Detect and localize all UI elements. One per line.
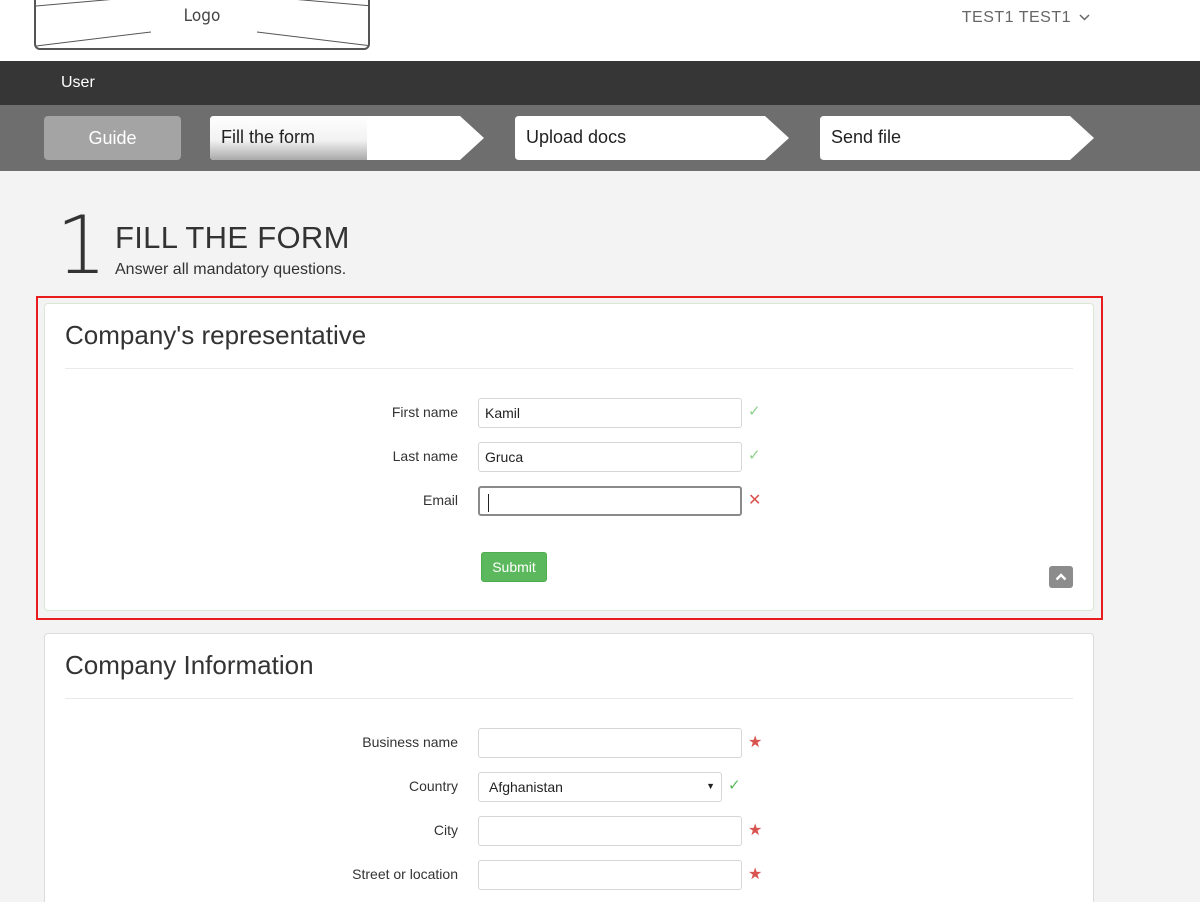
country-select[interactable]: Afghanistan ▼ [478,772,722,802]
step-upload-docs[interactable]: Upload docs [515,116,790,160]
page-title: FILL THE FORM [115,220,350,255]
business-name-label: Business name [362,734,458,750]
form-row-last-name: Last name ✓ [45,442,1093,472]
step-label: Send file [831,127,902,147]
panel-title: Company's representative [65,320,367,350]
star-icon: ★ [748,822,763,839]
text-caret [488,494,489,512]
company-info-panel: Company Information Business name ★ Coun… [44,633,1094,902]
nav-item-user[interactable]: User [61,74,95,92]
form-row-business-name: Business name ★ [45,728,1093,758]
nav-bar: User [0,61,1200,105]
panel-divider [65,368,1073,369]
close-icon: ✕ [748,492,762,509]
last-name-field[interactable] [478,442,742,472]
page-subtitle: Answer all mandatory questions. [115,261,347,278]
form-row-country: Country Afghanistan ▼ ✓ [45,772,1093,802]
dropdown-arrow-icon: ▼ [706,781,715,791]
street-label: Street or location [352,866,458,882]
panel-title: Company Information [65,650,314,680]
top-header: Logo TEST1 TEST1 [0,0,1200,61]
business-name-field[interactable] [478,728,742,758]
representative-panel: Company's representative First name ✓ La… [44,303,1094,611]
user-name: TEST1 TEST1 [961,9,1071,26]
check-icon: ✓ [728,777,741,794]
first-name-field[interactable] [478,398,742,428]
chevron-down-icon [1079,13,1090,21]
step-number: 1 [56,199,107,292]
email-field[interactable] [478,486,742,516]
email-label: Email [422,492,458,508]
step-label: Fill the form [221,127,316,147]
guide-button[interactable]: Guide [44,116,181,160]
submit-button[interactable]: Submit [481,552,547,582]
step-fill-form[interactable]: Fill the form [210,116,485,160]
city-field[interactable] [478,816,742,846]
last-name-label: Last name [392,448,458,464]
form-row-first-name: First name ✓ [45,398,1093,428]
chevron-up-icon [1055,573,1067,581]
user-menu[interactable]: TEST1 TEST1 [962,9,1090,27]
logo[interactable]: Logo [34,0,370,50]
collapse-button[interactable] [1049,566,1073,588]
logo-text: Logo [183,6,221,26]
city-label: City [433,822,458,838]
form-row-street: Street or location ★ [45,860,1093,890]
steps-bar: Guide Fill the form Upload docs Send fil… [0,105,1200,171]
street-field[interactable] [478,860,742,890]
panel-divider [65,698,1073,699]
star-icon: ★ [748,734,763,751]
country-label: Country [408,778,458,794]
step-send-file[interactable]: Send file [820,116,1095,160]
check-icon: ✓ [748,447,761,464]
form-row-email: Email ✕ [45,486,1093,516]
star-icon: ★ [748,866,763,883]
check-icon: ✓ [748,403,761,420]
form-row-city: City ★ [45,816,1093,846]
country-selected-value: Afghanistan [489,779,563,795]
step-label: Upload docs [526,127,627,147]
first-name-label: First name [391,404,458,420]
